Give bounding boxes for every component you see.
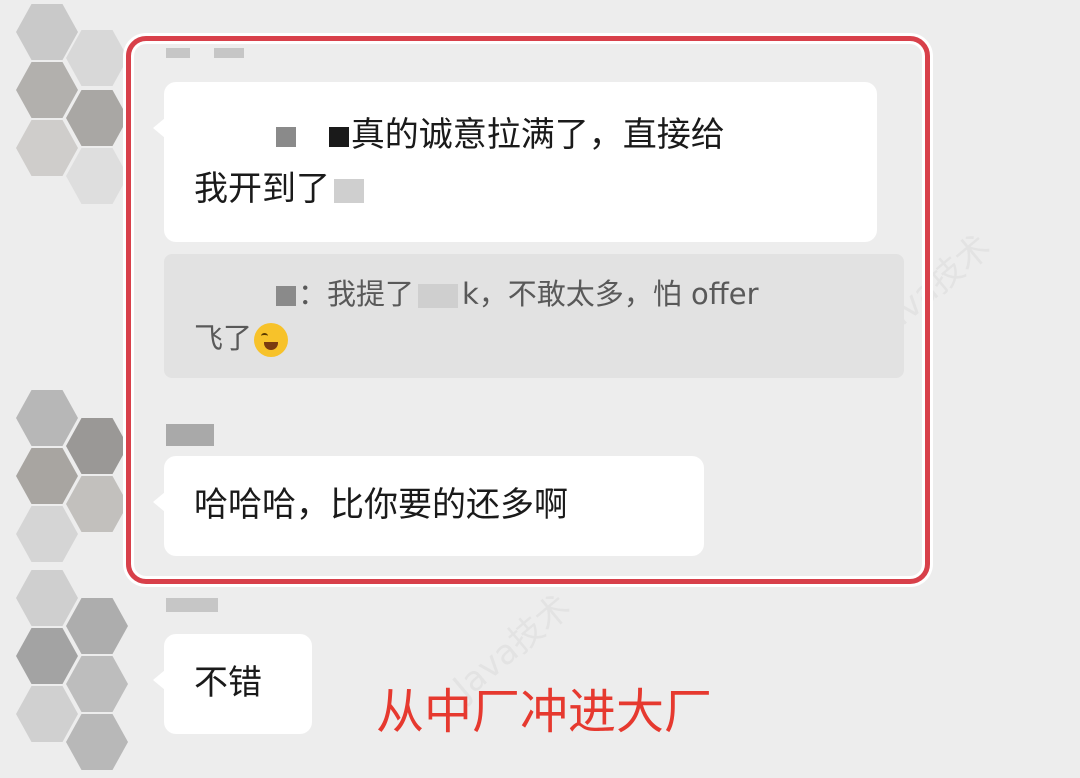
avatar-hex [16, 506, 78, 562]
avatar-hex [66, 598, 128, 654]
message-bubble[interactable]: 不错 [153, 634, 312, 734]
avatar-hex [16, 120, 78, 176]
avatar-hex [16, 448, 78, 504]
message-text: 不错 [194, 663, 262, 703]
avatar-hex [66, 90, 128, 146]
avatar-hex [16, 628, 78, 684]
avatar-hex [16, 390, 78, 446]
avatar-hex [66, 714, 128, 770]
avatar-hex [16, 62, 78, 118]
caption-text: 从中厂冲进大厂 [376, 684, 713, 740]
avatar-hex [16, 686, 78, 742]
avatar-hex [66, 476, 128, 532]
avatar-hex [66, 656, 128, 712]
avatar-hex [66, 30, 128, 86]
avatar-hex [16, 570, 78, 626]
sender-name [166, 598, 218, 612]
highlight-frame [126, 36, 930, 584]
avatar-hex [66, 148, 128, 204]
avatar-hex [16, 4, 78, 60]
avatar-hex [66, 418, 128, 474]
